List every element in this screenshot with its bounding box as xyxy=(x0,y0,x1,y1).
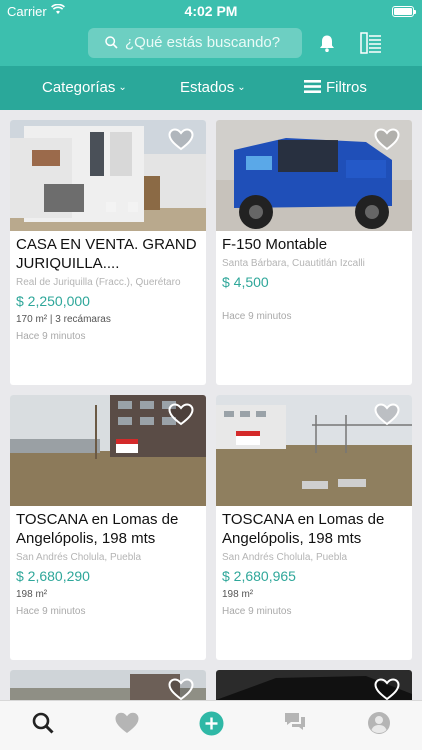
listing-price: $ 4,500 xyxy=(222,274,269,290)
listing-time: Hace 9 minutos xyxy=(222,311,292,322)
search-icon xyxy=(105,36,118,49)
listing-specs: 198 m² xyxy=(16,589,48,600)
listing-time: Hace 9 minutos xyxy=(16,606,86,617)
categories-label: Categorías xyxy=(42,79,116,96)
states-label: Estados xyxy=(180,79,235,96)
listing-card[interactable]: F-150 Montable Santa Bárbara, Cuautitlán… xyxy=(216,120,412,385)
listing-title: TOSCANA en Lomas de Angelópolis, 198 mts xyxy=(222,511,385,547)
plus-icon[interactable] xyxy=(199,711,224,736)
heart-icon[interactable] xyxy=(374,678,400,701)
filters-icon xyxy=(304,80,321,93)
heart-icon[interactable] xyxy=(168,678,194,701)
status-bar: Carrier 4:02 PM xyxy=(0,0,422,22)
heart-icon[interactable] xyxy=(374,128,400,151)
header: Carrier 4:02 PM ¿Qué estás buscando? xyxy=(0,0,422,66)
listing-time: Hace 9 minutos xyxy=(16,331,86,342)
bell-icon[interactable] xyxy=(318,34,336,53)
listing-photo[interactable] xyxy=(10,395,206,506)
listing-card[interactable]: TOSCANA en Lomas de Angelópolis, 198 mts… xyxy=(216,395,412,660)
listing-card[interactable]: CASA EN VENTA. GRAND JURIQUILLA.... Real… xyxy=(10,120,206,385)
listing-specs: 198 m² xyxy=(222,589,254,600)
filters-button[interactable]: Filtros xyxy=(304,79,367,96)
filters-label: Filtros xyxy=(326,79,367,96)
chat-icon[interactable] xyxy=(283,711,307,733)
heart-icon[interactable] xyxy=(168,128,194,151)
chevron-down-icon: ⌄ xyxy=(237,82,246,93)
search-placeholder: ¿Qué estás buscando? xyxy=(125,34,281,51)
listing-title: CASA EN VENTA. GRAND JURIQUILLA.... xyxy=(16,236,197,272)
heart-icon[interactable] xyxy=(114,711,140,735)
listing-title: TOSCANA en Lomas de Angelópolis, 198 mts xyxy=(16,511,179,547)
chevron-down-icon: ⌄ xyxy=(118,82,127,93)
battery-icon xyxy=(392,6,416,17)
states-dropdown[interactable]: Estados ⌄ xyxy=(180,79,246,96)
listing-price: $ 2,250,000 xyxy=(16,293,90,309)
listing-card[interactable]: TOSCANA en Lomas de Angelópolis, 198 mts… xyxy=(10,395,206,660)
profile-icon[interactable] xyxy=(367,711,391,735)
listing-photo[interactable] xyxy=(216,395,412,506)
listing-price: $ 2,680,290 xyxy=(16,568,90,584)
list-view-icon[interactable] xyxy=(360,32,382,54)
listing-location: Santa Bárbara, Cuautitlán Izcalli xyxy=(222,258,365,269)
status-time: 4:02 PM xyxy=(184,3,238,19)
filter-bar: Categorías ⌄ Estados ⌄ Filtros xyxy=(0,66,422,110)
heart-icon[interactable] xyxy=(168,403,194,426)
listing-photo[interactable] xyxy=(216,120,412,231)
listing-title: F-150 Montable xyxy=(222,236,328,253)
listing-time: Hace 9 minutos xyxy=(222,606,292,617)
categories-dropdown[interactable]: Categorías ⌄ xyxy=(42,79,127,96)
search-icon[interactable] xyxy=(31,711,55,735)
listing-location: San Andrés Cholula, Puebla xyxy=(16,552,142,563)
listing-photo[interactable] xyxy=(10,120,206,231)
tab-bar xyxy=(0,700,422,750)
heart-icon[interactable] xyxy=(374,403,400,426)
listing-location: San Andrés Cholula, Puebla xyxy=(222,552,348,563)
listing-specs: 170 m² | 3 recámaras xyxy=(16,314,111,325)
listing-location: Real de Juriquilla (Fracc.), Querétaro xyxy=(16,277,181,288)
listing-price: $ 2,680,965 xyxy=(222,568,296,584)
search-input[interactable]: ¿Qué estás buscando? xyxy=(88,28,302,58)
